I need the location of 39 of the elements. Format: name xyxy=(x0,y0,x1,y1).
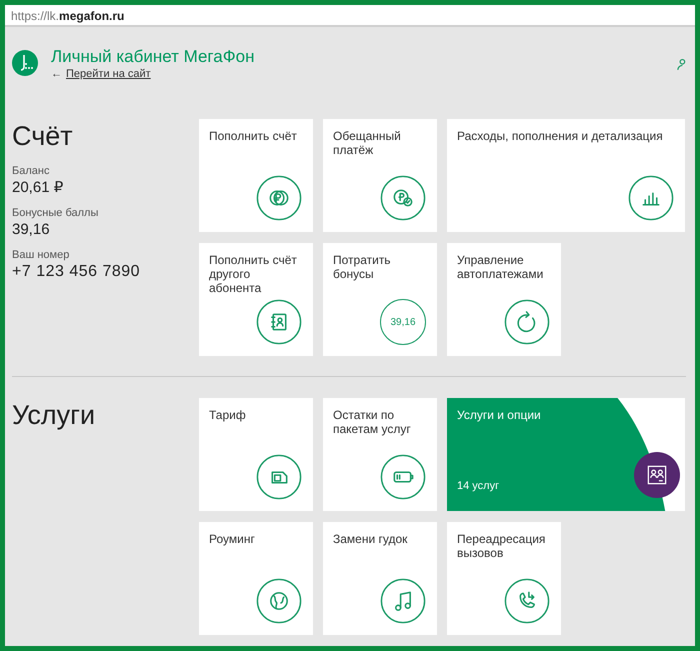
menu-tile[interactable]: Остатки по пакетам услуг xyxy=(323,398,437,511)
back-arrow[interactable]: ← xyxy=(51,68,62,80)
menu-tile[interactable]: Обещанный платёж xyxy=(323,119,437,232)
info-value: 20,61 ₽ xyxy=(12,178,64,198)
service-count: 14 услуг xyxy=(457,480,500,494)
music-note-icon xyxy=(380,578,426,624)
globe-icon xyxy=(256,578,302,624)
menu-tile[interactable]: Замени гудок xyxy=(323,522,437,635)
address-book-icon xyxy=(256,299,302,345)
coins-icon xyxy=(256,175,302,221)
refresh-icon xyxy=(504,299,550,345)
battery-icon xyxy=(380,454,426,500)
info-value: 39,16 xyxy=(12,220,51,240)
page-title: Личный кабинет МегаФон xyxy=(51,47,256,67)
sim-card-icon xyxy=(256,454,302,500)
menu-tile[interactable]: Роуминг xyxy=(199,522,313,635)
address-bar[interactable]: https://lk.megafon.ru xyxy=(5,5,695,27)
info-label: Бонусные баллы xyxy=(12,206,100,220)
section-title: Услуги xyxy=(12,399,96,431)
menu-tile[interactable]: Пополнить счёт xyxy=(199,119,313,232)
site-link[interactable]: Перейти на сайт xyxy=(66,68,151,80)
info-value: +7 123 456 7890 xyxy=(12,262,142,282)
info-label: Баланс xyxy=(12,164,50,178)
menu-tile[interactable]: Переадресация вызовов xyxy=(447,522,561,635)
phone-forward-icon xyxy=(504,578,550,624)
bonus-value: 39,16 xyxy=(380,299,426,345)
coin-check-icon xyxy=(380,175,426,221)
menu-tile[interactable]: Пополнить счёт другого абонента xyxy=(199,243,313,356)
menu-tile[interactable]: Услуги и опции 14 услуг xyxy=(447,398,685,511)
menu-tile[interactable]: Управление автоплатежами xyxy=(447,243,561,356)
user-icon[interactable] xyxy=(677,58,686,71)
logo-icon xyxy=(12,50,38,76)
section-title: Счёт xyxy=(12,120,74,152)
contacts-icon xyxy=(634,452,680,498)
menu-tile[interactable]: Тариф xyxy=(199,398,313,511)
info-label: Ваш номер xyxy=(12,248,70,262)
menu-tile[interactable]: Потратить бонусы 39,16 xyxy=(323,243,437,356)
bar-chart-icon xyxy=(628,175,674,221)
menu-tile[interactable]: Расходы, пополнения и детализация xyxy=(447,119,685,232)
